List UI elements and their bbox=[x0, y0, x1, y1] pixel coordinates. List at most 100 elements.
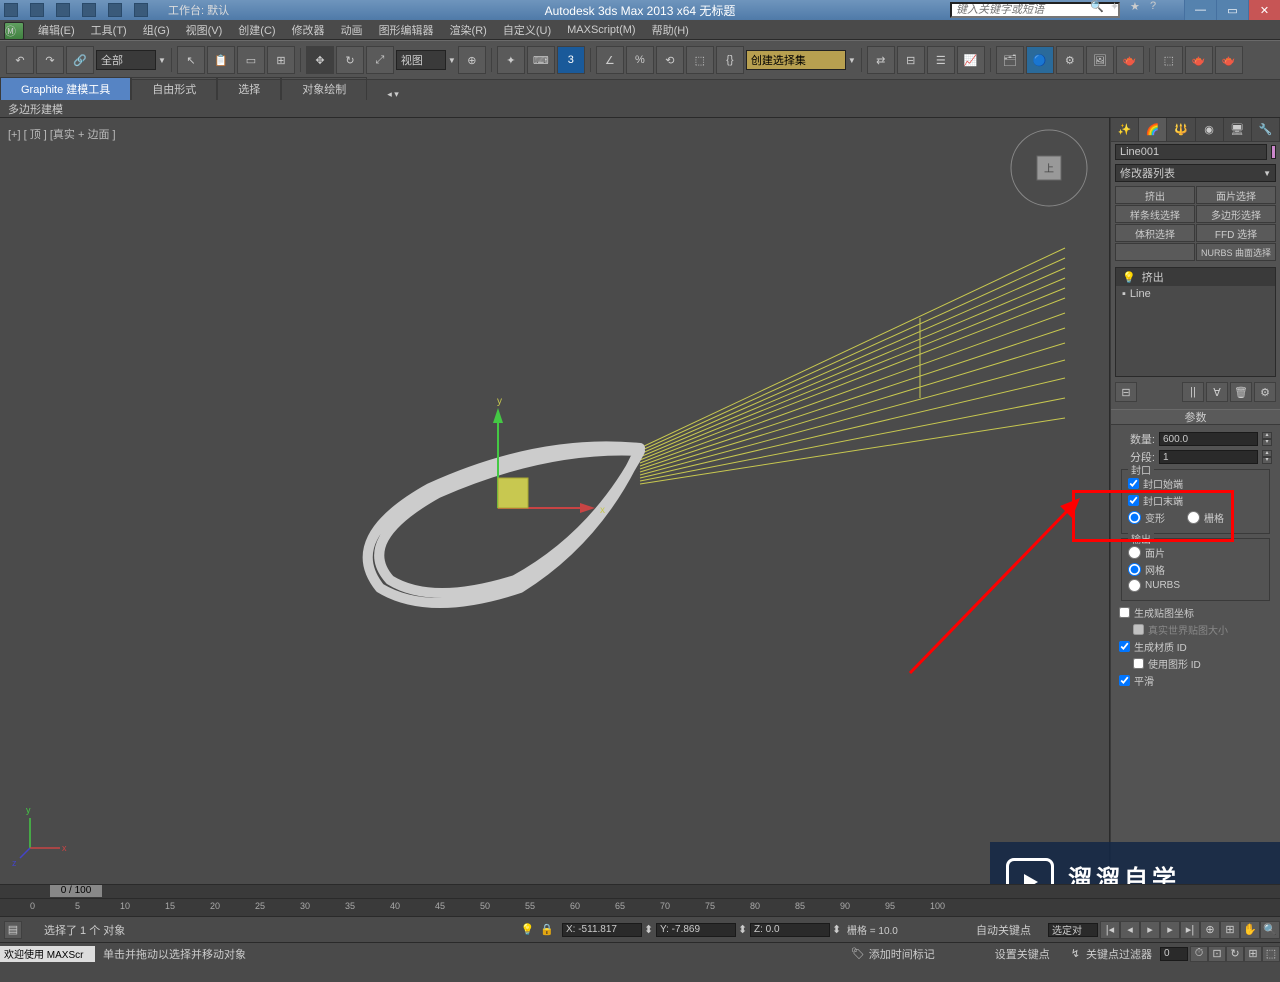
auto-key-button[interactable]: 自动关键点 bbox=[976, 922, 1046, 938]
ribbon-collapse[interactable]: ◂ ▾ bbox=[387, 89, 399, 100]
menu-edit[interactable]: 编辑(E) bbox=[30, 22, 83, 38]
segments-down[interactable]: ▾ bbox=[1262, 457, 1272, 464]
selected-dropdown[interactable]: 选定对 bbox=[1048, 923, 1098, 937]
undo-icon[interactable] bbox=[82, 3, 96, 17]
stack-extrude[interactable]: 💡 挤出 bbox=[1116, 268, 1275, 286]
menu-group[interactable]: 组(G) bbox=[135, 22, 178, 38]
cap-start-check[interactable] bbox=[1128, 478, 1139, 489]
smooth-check[interactable] bbox=[1119, 675, 1130, 686]
curve-editor-button[interactable]: 📈 bbox=[957, 46, 985, 74]
lightbulb-icon[interactable]: 💡 bbox=[1122, 271, 1136, 284]
new-icon[interactable] bbox=[4, 3, 18, 17]
scale-button[interactable]: ⤢ bbox=[366, 46, 394, 74]
percent-snap-button[interactable]: % bbox=[626, 46, 654, 74]
ribbon-tab-paint[interactable]: 对象绘制 bbox=[281, 77, 367, 100]
schematic-button[interactable]: 🗂 bbox=[996, 46, 1024, 74]
ref-coord[interactable]: 视图 bbox=[396, 50, 446, 70]
set-key-button[interactable]: 设置关键点 bbox=[995, 946, 1065, 962]
create-tab[interactable]: ✨ bbox=[1111, 118, 1139, 141]
show-end-result-icon[interactable]: || bbox=[1182, 382, 1204, 402]
keyboard-shortcut-button[interactable]: ⌨ bbox=[527, 46, 555, 74]
segments-input[interactable]: 1 bbox=[1159, 450, 1258, 464]
nav-8[interactable]: ⬚ bbox=[1262, 946, 1280, 962]
make-unique-icon[interactable]: ∀ bbox=[1206, 382, 1228, 402]
render-button[interactable]: 🫖 bbox=[1116, 46, 1144, 74]
link-button[interactable]: 🔗 bbox=[66, 46, 94, 74]
spinner-snap-button[interactable]: ⟲ bbox=[656, 46, 684, 74]
extra-1[interactable]: ⬚ bbox=[1155, 46, 1183, 74]
amount-input[interactable]: 600.0 bbox=[1159, 432, 1258, 446]
nav-6[interactable]: ↻ bbox=[1226, 946, 1244, 962]
out-mesh-radio[interactable] bbox=[1128, 563, 1141, 576]
extra-2[interactable]: 🫖 bbox=[1185, 46, 1213, 74]
menu-modifiers[interactable]: 修改器 bbox=[284, 22, 333, 38]
nav-7[interactable]: ⊞ bbox=[1244, 946, 1262, 962]
help-icon[interactable]: ? bbox=[1150, 0, 1164, 14]
key-filter-button[interactable]: 关键点过滤器 bbox=[1086, 946, 1152, 962]
render-frame-button[interactable]: 🖼 bbox=[1086, 46, 1114, 74]
select-rect-button[interactable]: ▭ bbox=[237, 46, 265, 74]
menu-help[interactable]: 帮助(H) bbox=[644, 22, 697, 38]
ribbon-tab-selection[interactable]: 选择 bbox=[217, 77, 281, 100]
snap-toggle-button[interactable]: 3 bbox=[557, 46, 585, 74]
lock-icon2[interactable]: 🔒 bbox=[540, 923, 554, 936]
amount-up[interactable]: ▴ bbox=[1262, 432, 1272, 439]
redo-button[interactable]: ↷ bbox=[36, 46, 64, 74]
rotate-button[interactable]: ↻ bbox=[336, 46, 364, 74]
play-icon-btn[interactable]: ▸ bbox=[1140, 921, 1160, 939]
menu-grapheditors[interactable]: 图形编辑器 bbox=[371, 22, 442, 38]
extra-3[interactable]: 🫖 bbox=[1215, 46, 1243, 74]
mod-ffd-select[interactable]: FFD 选择 bbox=[1196, 224, 1276, 242]
save-icon[interactable] bbox=[56, 3, 70, 17]
time-config-icon[interactable]: ⏱ bbox=[1190, 946, 1208, 962]
close-button[interactable]: ✕ bbox=[1248, 0, 1280, 20]
mod-vol-select[interactable]: 体积选择 bbox=[1115, 224, 1195, 242]
gen-matid-check[interactable] bbox=[1119, 641, 1130, 652]
pin-stack-icon[interactable]: ⊟ bbox=[1115, 382, 1137, 402]
rollout-header[interactable]: 参数 bbox=[1111, 409, 1280, 425]
nav-2[interactable]: ⊞ bbox=[1220, 921, 1240, 939]
material-editor-button[interactable]: 🔵 bbox=[1026, 46, 1054, 74]
comm-icon[interactable]: ✦ bbox=[1110, 0, 1124, 14]
angle-snap-button[interactable]: ∠ bbox=[596, 46, 624, 74]
object-color-swatch[interactable] bbox=[1271, 145, 1276, 159]
nav-4[interactable]: 🔍 bbox=[1260, 921, 1280, 939]
coord-x[interactable]: X: -511.817 bbox=[562, 923, 642, 937]
time-slider-thumb[interactable]: 0 / 100 bbox=[50, 885, 102, 897]
workspace-label[interactable]: 工作台: 默认 bbox=[168, 2, 229, 18]
nav-3[interactable]: ✋ bbox=[1240, 921, 1260, 939]
menu-tools[interactable]: 工具(T) bbox=[83, 22, 135, 38]
mod-poly-select[interactable]: 多边形选择 bbox=[1196, 205, 1276, 223]
menu-maxscript[interactable]: MAXScript(M) bbox=[559, 24, 643, 36]
play-start-icon[interactable]: |◂ bbox=[1100, 921, 1120, 939]
use-shapeid-check[interactable] bbox=[1133, 658, 1144, 669]
coord-z[interactable]: Z: 0.0 bbox=[750, 923, 830, 937]
binoculars-icon[interactable]: 🔍 bbox=[1090, 0, 1104, 14]
align-button[interactable]: ⊟ bbox=[897, 46, 925, 74]
display-tab[interactable]: 🖥 bbox=[1224, 118, 1252, 141]
ribbon-subtab[interactable]: 多边形建模 bbox=[0, 100, 1280, 118]
layers-button[interactable]: ☰ bbox=[927, 46, 955, 74]
selection-filter[interactable]: 全部 bbox=[96, 50, 156, 70]
mod-nurbs-select[interactable]: NURBS 曲面选择 bbox=[1196, 243, 1276, 261]
ribbon-tab-graphite[interactable]: Graphite 建模工具 bbox=[0, 77, 131, 100]
modify-tab[interactable]: 🌈 bbox=[1139, 118, 1167, 141]
frame-input[interactable]: 0 bbox=[1160, 947, 1188, 961]
menu-customize[interactable]: 自定义(U) bbox=[495, 22, 559, 38]
menu-animation[interactable]: 动画 bbox=[333, 22, 371, 38]
lock-icon[interactable]: 💡 bbox=[521, 923, 535, 936]
listener-icon[interactable]: ▤ bbox=[4, 921, 22, 939]
play-prev-icon[interactable]: ◂ bbox=[1120, 921, 1140, 939]
select-manipulate-button[interactable]: ✦ bbox=[497, 46, 525, 74]
play-next-icon[interactable]: ▸ bbox=[1160, 921, 1180, 939]
undo-button[interactable]: ↶ bbox=[6, 46, 34, 74]
hierarchy-tab[interactable]: 🔱 bbox=[1167, 118, 1195, 141]
utilities-tab[interactable]: 🔧 bbox=[1252, 118, 1280, 141]
move-button[interactable]: ✥ bbox=[306, 46, 334, 74]
modifier-list-dropdown[interactable]: 修改器列表 bbox=[1115, 164, 1276, 182]
motion-tab[interactable]: ◉ bbox=[1196, 118, 1224, 141]
named-sets-button[interactable]: {} bbox=[716, 46, 744, 74]
time-slider[interactable]: 0 / 100 bbox=[0, 884, 1280, 898]
nav-1[interactable]: ⊕ bbox=[1200, 921, 1220, 939]
amount-down[interactable]: ▾ bbox=[1262, 439, 1272, 446]
